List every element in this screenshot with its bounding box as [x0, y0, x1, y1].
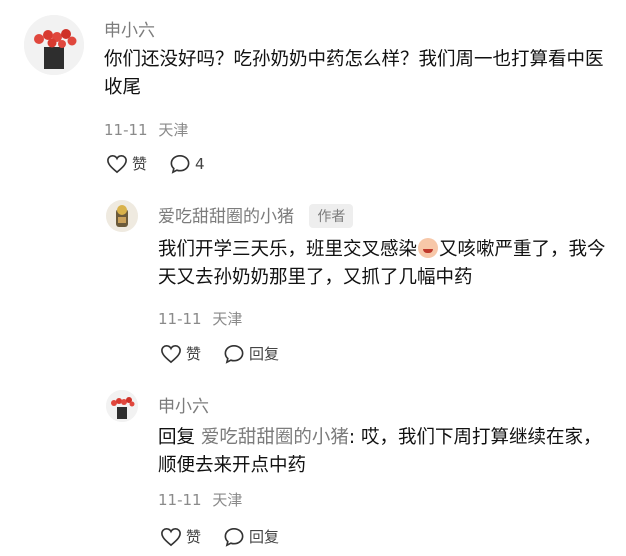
- crying-face-emoji: [418, 238, 439, 258]
- comment-actions: 赞 回复: [160, 343, 301, 364]
- mention-link[interactable]: 爱吃甜甜圈的小猪: [201, 427, 349, 448]
- comment-location: 天津: [212, 491, 243, 509]
- avatar-author[interactable]: [106, 200, 138, 232]
- comment-date: 11-11: [158, 491, 202, 509]
- comment-text-part1: 我们开学三天乐，班里交叉感染: [158, 239, 418, 260]
- like-button[interactable]: 赞: [160, 343, 201, 364]
- comment-date: 11-11: [158, 310, 202, 328]
- like-label: 赞: [186, 345, 202, 363]
- avatar-roses-image: [24, 15, 84, 75]
- comment-date: 11-11: [104, 121, 148, 139]
- reply-label: 回复: [249, 345, 280, 363]
- comment-actions: 赞 回复: [160, 526, 301, 547]
- comment-meta: 11-11 天津: [158, 489, 242, 510]
- comment-text: 你们还没好吗？吃孙奶奶中药怎么样？我们周一也打算看中医收尾: [104, 49, 604, 98]
- comment-meta: 11-11 天津: [104, 119, 188, 140]
- comment-meta: 11-11 天津: [158, 308, 242, 329]
- heart-outline-icon: [161, 527, 181, 546]
- reply-count-button[interactable]: 4: [169, 154, 205, 174]
- reply-button[interactable]: 回复: [223, 526, 279, 547]
- like-button[interactable]: 赞: [106, 153, 147, 174]
- reply-count: 4: [195, 154, 205, 173]
- heart-outline-icon: [107, 154, 127, 173]
- chat-bubble-icon: [224, 527, 244, 547]
- reply-prefix: 回复: [158, 427, 196, 448]
- comment-text: 我们开学三天乐，班里交叉感染 又咳嗽严重了，我今天又去孙奶奶那里了，又抓了几幅中药: [158, 236, 610, 292]
- chat-bubble-icon: [224, 344, 244, 364]
- username[interactable]: 爱吃甜甜圈的小猪 作者: [158, 202, 354, 228]
- avatar-pig-image: [106, 200, 138, 232]
- avatar-roses-image: [106, 390, 138, 422]
- reply-button[interactable]: 回复: [223, 343, 279, 364]
- like-label: 赞: [132, 155, 148, 173]
- comment-location: 天津: [212, 310, 243, 328]
- avatar-shenxiaoliu[interactable]: [24, 15, 84, 75]
- comment-text: 回复 爱吃甜甜圈的小猪: 哎，我们下周打算继续在家，顺便去来开点中药: [158, 424, 610, 480]
- username[interactable]: 申小六: [158, 392, 209, 417]
- username-text: 爱吃甜甜圈的小猪: [158, 207, 294, 227]
- reply-label: 回复: [249, 528, 280, 546]
- like-button[interactable]: 赞: [160, 526, 201, 547]
- heart-outline-icon: [161, 344, 181, 363]
- comment-actions: 赞 4: [106, 153, 227, 174]
- like-label: 赞: [186, 528, 202, 546]
- username[interactable]: 申小六: [104, 16, 155, 41]
- comment-location: 天津: [158, 121, 189, 139]
- avatar-shenxiaoliu[interactable]: [106, 390, 138, 422]
- author-badge: 作者: [309, 204, 354, 228]
- chat-bubble-icon: [170, 154, 190, 174]
